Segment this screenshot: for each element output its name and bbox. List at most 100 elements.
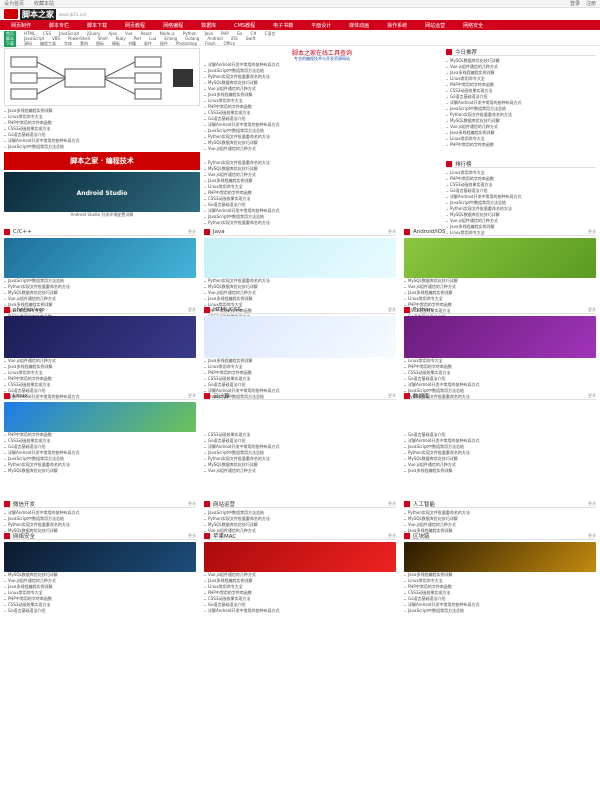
section-title[interactable]: Linux <box>13 393 28 399</box>
list-item[interactable]: JavaScript中数组常用方法总结 <box>4 144 200 150</box>
subnav-item[interactable]: CSS <box>43 31 51 36</box>
register-link[interactable]: 注册 <box>586 0 596 7</box>
more-link[interactable]: 更多 <box>588 229 596 235</box>
section-title[interactable]: 苹果MAC <box>213 532 236 540</box>
more-link[interactable]: 更多 <box>188 307 196 313</box>
logo-icon[interactable] <box>4 9 18 19</box>
subnav-item[interactable]: 素材 <box>80 41 88 47</box>
nav-item[interactable]: 网络编程 <box>154 22 192 29</box>
section-banner[interactable] <box>204 316 396 358</box>
subnav-item[interactable]: 源码 <box>24 41 32 47</box>
set-home-link[interactable]: 设为首页 <box>4 0 24 7</box>
list-item[interactable]: MySQL数据库优化技巧详解 <box>4 468 196 474</box>
promo-banner[interactable]: 脚本之家 · 编程技术 <box>4 152 200 170</box>
section-banner[interactable] <box>4 402 196 432</box>
subnav-item[interactable]: C语言 <box>265 31 276 37</box>
more-link[interactable]: 更多 <box>388 229 396 235</box>
section-list: Python实现文件批量重命名的方法 MySQL数据库优化技巧详解 Vue.js组件… <box>404 510 596 534</box>
list-item[interactable]: Vue.js组件通信的几种方式 <box>204 146 440 152</box>
subnav-item[interactable]: 插件 <box>160 41 168 47</box>
section-header: 区块链 更多 <box>404 532 596 540</box>
logo-text[interactable]: 脚本之家 <box>20 8 56 20</box>
subnav-item[interactable]: Swift <box>246 36 256 41</box>
section-banner[interactable] <box>4 316 196 358</box>
section-banner[interactable] <box>404 238 596 278</box>
nav-item[interactable]: 网页教程 <box>116 22 154 29</box>
subnav-item[interactable]: Office <box>224 41 236 46</box>
list-item[interactable]: PHP中常用的字符串函数 <box>446 142 596 148</box>
more-link[interactable]: 更多 <box>388 501 396 507</box>
headline-title[interactable]: 脚本之家在线工具查询 <box>204 48 440 57</box>
subnav-item[interactable]: Photoshop <box>176 41 197 46</box>
subnav-label[interactable]: 下载 <box>4 40 16 47</box>
section-title[interactable]: 人工智能 <box>413 500 435 508</box>
nav-item[interactable]: 数据库 <box>192 22 225 29</box>
section-banner[interactable] <box>204 402 396 432</box>
section-title[interactable]: 云计算 <box>213 392 230 400</box>
section-title[interactable]: Java <box>213 229 225 235</box>
section-title[interactable]: 网络安全 <box>13 532 35 540</box>
more-link[interactable]: 更多 <box>588 307 596 313</box>
section-title[interactable]: C/C++ <box>13 229 32 235</box>
section-banner[interactable] <box>204 542 396 572</box>
list-item[interactable]: Vue.js组件通信的几种方式 <box>204 468 396 474</box>
section-banner[interactable] <box>404 316 596 358</box>
more-link[interactable]: 更多 <box>188 393 196 399</box>
more-link[interactable]: 更多 <box>188 533 196 539</box>
subnav-item[interactable]: 模板 <box>112 41 120 47</box>
section-banner[interactable] <box>4 238 196 278</box>
section-banner[interactable] <box>204 238 396 278</box>
section-banner[interactable] <box>4 542 196 572</box>
more-link[interactable]: 更多 <box>188 501 196 507</box>
android-banner[interactable]: Android Studio <box>4 172 200 212</box>
subnav-item[interactable]: 软件 <box>144 41 152 47</box>
nav-item[interactable]: CMS教程 <box>225 22 264 29</box>
section-list: 详解Android开发中常用的各种布局方式 JavaScript中数组常用方法总结… <box>4 510 196 534</box>
subnav-item[interactable]: 字体 <box>64 41 72 47</box>
list-item[interactable]: JavaScript中数组常用方法总结 <box>404 608 596 614</box>
subnav-item[interactable]: Flash <box>205 41 215 46</box>
section-title[interactable]: Python <box>413 307 432 313</box>
section-title[interactable]: 区块链 <box>413 532 430 540</box>
login-link[interactable]: 登录 <box>570 0 580 7</box>
subnav-item[interactable]: Vue <box>125 31 132 36</box>
section-title[interactable]: 微信开发 <box>13 500 35 508</box>
list-item[interactable]: 详解Android开发中常用的各种布局方式 <box>204 608 396 614</box>
section-icon <box>404 500 410 507</box>
nav-item[interactable]: 电子书籍 <box>264 22 302 29</box>
section-ai: 人工智能 更多 Python实现文件批量重命名的方法 MySQL数据库优化技巧详解 Vu… <box>404 500 596 534</box>
android-caption[interactable]: Android Studio 开发环境配置详解 <box>4 212 200 218</box>
nav-item[interactable]: 网络安全 <box>454 22 492 29</box>
section-banner[interactable] <box>404 542 596 572</box>
section-title[interactable]: 网站运营 <box>213 500 235 508</box>
list-item[interactable]: Java多线程编程实例详解 <box>404 468 596 474</box>
nav-item[interactable]: 脚本专栏 <box>40 22 78 29</box>
more-link[interactable]: 更多 <box>388 533 396 539</box>
list-item[interactable]: Python实现文件批量重命名的方法 <box>204 220 440 226</box>
feature-diagram[interactable] <box>4 48 200 106</box>
subnav-item[interactable]: 编程工具 <box>40 41 56 47</box>
list-item[interactable]: Go语言基础语法介绍 <box>4 608 196 614</box>
subnav-item[interactable]: 图标 <box>96 41 104 47</box>
section-title[interactable]: php/jsp/asp <box>13 307 45 313</box>
nav-item[interactable]: 操作系统 <box>378 22 416 29</box>
nav-item[interactable]: 脚本下载 <box>78 22 116 29</box>
section-header: php/jsp/asp 更多 <box>4 306 196 314</box>
subnav-item[interactable]: 书籍 <box>128 41 136 47</box>
more-link[interactable]: 更多 <box>388 307 396 313</box>
more-link[interactable]: 更多 <box>588 533 596 539</box>
more-link[interactable]: 更多 <box>588 393 596 399</box>
more-link[interactable]: 更多 <box>588 501 596 507</box>
nav-item[interactable]: 网页制作 <box>2 22 40 29</box>
nav-item[interactable]: 媒体动画 <box>340 22 378 29</box>
nav-item[interactable]: 网站运营 <box>416 22 454 29</box>
nav-item[interactable]: 平面设计 <box>302 22 340 29</box>
section-title[interactable]: Android/iOS <box>413 229 445 235</box>
section-mac: 苹果MAC 更多 Vue.js组件通信的几种方式 Java多线程编程实例详解 Linux… <box>204 532 396 614</box>
more-link[interactable]: 更多 <box>188 229 196 235</box>
section-title[interactable]: 数据库 <box>413 392 430 400</box>
section-title[interactable]: HTML/CSS <box>213 307 241 313</box>
more-link[interactable]: 更多 <box>388 393 396 399</box>
section-banner[interactable] <box>404 402 596 432</box>
bookmark-link[interactable]: 收藏本站 <box>34 0 54 7</box>
